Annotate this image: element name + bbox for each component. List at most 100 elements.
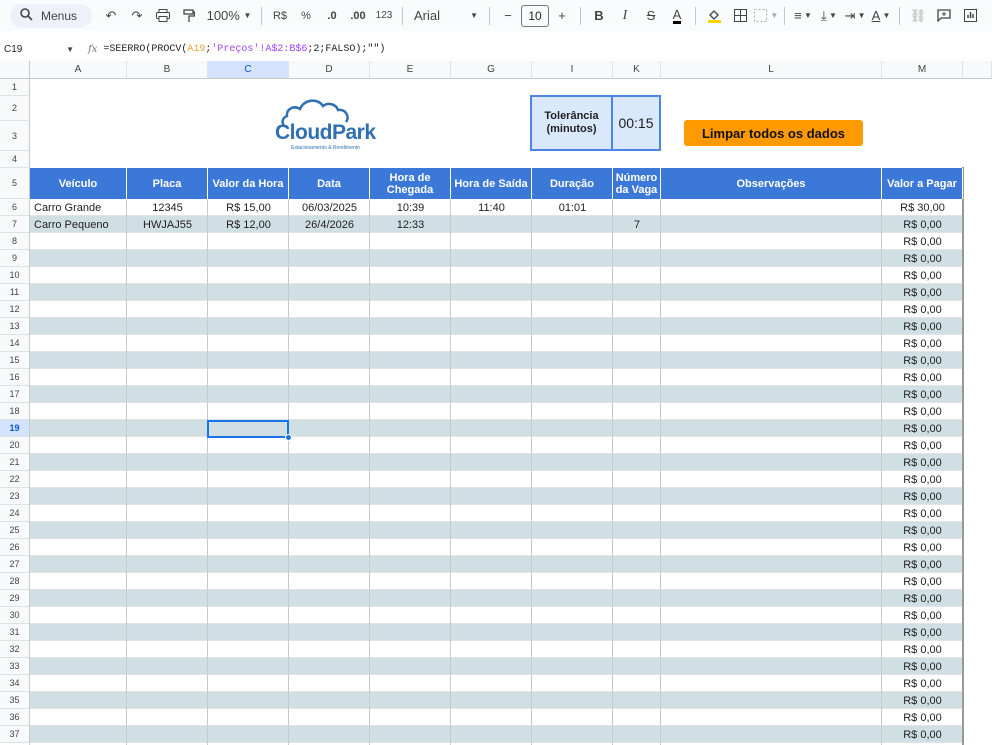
paint-format-icon[interactable] [176, 4, 202, 28]
valor-a-pagar-cell[interactable]: R$ 0,00 [882, 471, 963, 488]
undo-icon[interactable]: ↶ [98, 4, 124, 28]
valor-a-pagar-cell[interactable]: R$ 0,00 [882, 709, 963, 726]
row-header-2[interactable]: 2 [0, 96, 30, 121]
row-header-37[interactable]: 37 [0, 726, 30, 743]
font-size-increase-button[interactable]: + [549, 4, 575, 28]
row-header-9[interactable]: 9 [0, 250, 30, 267]
row-header-16[interactable]: 16 [0, 369, 30, 386]
row-header-5[interactable]: 5 [0, 168, 30, 199]
comment-icon[interactable] [931, 4, 957, 28]
table-cell[interactable]: HWJAJ55 [127, 216, 208, 233]
table-cell[interactable]: 11:40 [451, 199, 532, 216]
column-header-c[interactable]: C [208, 61, 289, 79]
chart-icon[interactable] [957, 4, 983, 28]
currency-format-button[interactable]: R$ [267, 4, 293, 28]
valor-a-pagar-cell[interactable]: R$ 0,00 [882, 233, 963, 250]
zoom-select[interactable]: 100% ▼ [202, 4, 256, 28]
print-icon[interactable] [150, 4, 176, 28]
table-cell[interactable]: Carro Pequeno [30, 216, 127, 233]
row-header-20[interactable]: 20 [0, 437, 30, 454]
row-header-26[interactable]: 26 [0, 539, 30, 556]
bold-icon[interactable]: B [586, 4, 612, 28]
valor-a-pagar-cell[interactable]: R$ 0,00 [882, 386, 963, 403]
selected-cell-c19[interactable] [207, 420, 289, 438]
fill-handle[interactable] [285, 434, 292, 441]
row-header-4[interactable]: 4 [0, 151, 30, 168]
table-cell[interactable]: R$ 0,00 [882, 216, 963, 233]
valor-a-pagar-cell[interactable]: R$ 0,00 [882, 505, 963, 522]
vertical-align-icon[interactable]: ⤓ ▼ [816, 4, 842, 28]
row-header-8[interactable]: 8 [0, 233, 30, 250]
valor-a-pagar-cell[interactable]: R$ 0,00 [882, 352, 963, 369]
row-header-24[interactable]: 24 [0, 505, 30, 522]
merge-cells-icon[interactable]: ▼ [753, 4, 779, 28]
row-header-13[interactable]: 13 [0, 318, 30, 335]
row-header-11[interactable]: 11 [0, 284, 30, 301]
font-size-decrease-button[interactable]: − [495, 4, 521, 28]
table-cell[interactable]: 01:01 [532, 199, 613, 216]
valor-a-pagar-cell[interactable]: R$ 0,00 [882, 420, 963, 437]
menus-search[interactable]: Menus [10, 3, 92, 28]
row-header-35[interactable]: 35 [0, 692, 30, 709]
text-wrap-icon[interactable]: ⇥ ▼ [842, 4, 868, 28]
column-header-k[interactable]: K [613, 61, 661, 79]
font-size-input[interactable]: 10 [521, 4, 549, 27]
valor-a-pagar-cell[interactable]: R$ 0,00 [882, 675, 963, 692]
valor-a-pagar-cell[interactable]: R$ 0,00 [882, 267, 963, 284]
row-header-1[interactable]: 1 [0, 79, 30, 96]
valor-a-pagar-cell[interactable]: R$ 0,00 [882, 437, 963, 454]
row-header-12[interactable]: 12 [0, 301, 30, 318]
row-header-36[interactable]: 36 [0, 709, 30, 726]
row-header-23[interactable]: 23 [0, 488, 30, 505]
row-header-19[interactable]: 19 [0, 420, 30, 437]
valor-a-pagar-cell[interactable]: R$ 0,00 [882, 556, 963, 573]
row-header-28[interactable]: 28 [0, 573, 30, 590]
valor-a-pagar-cell[interactable]: R$ 0,00 [882, 522, 963, 539]
row-header-33[interactable]: 33 [0, 658, 30, 675]
link-icon[interactable]: ⛓ [905, 4, 931, 28]
table-cell[interactable]: R$ 12,00 [208, 216, 289, 233]
column-header-a[interactable]: A [30, 61, 127, 79]
font-select[interactable]: Arial ▼ [408, 4, 484, 28]
row-header-17[interactable]: 17 [0, 386, 30, 403]
valor-a-pagar-cell[interactable]: R$ 0,00 [882, 318, 963, 335]
row-header-30[interactable]: 30 [0, 607, 30, 624]
row-header-31[interactable]: 31 [0, 624, 30, 641]
increase-decimal-button[interactable]: .00 [345, 4, 371, 28]
valor-a-pagar-cell[interactable]: R$ 0,00 [882, 284, 963, 301]
table-cell[interactable]: R$ 15,00 [208, 199, 289, 216]
table-cell[interactable]: 26/4/2026 [289, 216, 370, 233]
valor-a-pagar-cell[interactable]: R$ 0,00 [882, 454, 963, 471]
row-header-10[interactable]: 10 [0, 267, 30, 284]
percent-format-button[interactable]: % [293, 4, 319, 28]
strikethrough-icon[interactable]: S [638, 4, 664, 28]
table-cell[interactable]: 12345 [127, 199, 208, 216]
valor-a-pagar-cell[interactable]: R$ 0,00 [882, 658, 963, 675]
table-cell[interactable]: 12:33 [370, 216, 451, 233]
fill-color-icon[interactable] [701, 4, 727, 28]
row-header-34[interactable]: 34 [0, 675, 30, 692]
select-all-corner[interactable] [0, 61, 30, 79]
row-header-15[interactable]: 15 [0, 352, 30, 369]
borders-icon[interactable] [727, 4, 753, 28]
valor-a-pagar-cell[interactable]: R$ 0,00 [882, 335, 963, 352]
column-header-m[interactable]: M [882, 61, 963, 79]
row-header-32[interactable]: 32 [0, 641, 30, 658]
valor-a-pagar-cell[interactable]: R$ 0,00 [882, 369, 963, 386]
valor-a-pagar-cell[interactable]: R$ 0,00 [882, 624, 963, 641]
name-box[interactable]: C19 ▼ [0, 44, 74, 55]
spreadsheet-grid[interactable]: ABCDEGIKLM 1 2 3 4 5 6 7 8 9 10 11 12 13 14 15 16 17 18 19… [0, 61, 992, 745]
row-header-25[interactable]: 25 [0, 522, 30, 539]
table-cell[interactable]: 7 [613, 216, 661, 233]
valor-a-pagar-cell[interactable]: R$ 0,00 [882, 539, 963, 556]
row-header-14[interactable]: 14 [0, 335, 30, 352]
column-header-b[interactable]: B [127, 61, 208, 79]
valor-a-pagar-cell[interactable]: R$ 0,00 [882, 726, 963, 743]
valor-a-pagar-cell[interactable]: R$ 0,00 [882, 607, 963, 624]
text-color-icon[interactable]: A [664, 4, 690, 28]
decrease-decimal-button[interactable]: .0 [319, 4, 345, 28]
column-header-g[interactable]: G [451, 61, 532, 79]
row-header-29[interactable]: 29 [0, 590, 30, 607]
tolerance-value[interactable]: 00:15 [611, 95, 661, 151]
valor-a-pagar-cell[interactable]: R$ 0,00 [882, 590, 963, 607]
